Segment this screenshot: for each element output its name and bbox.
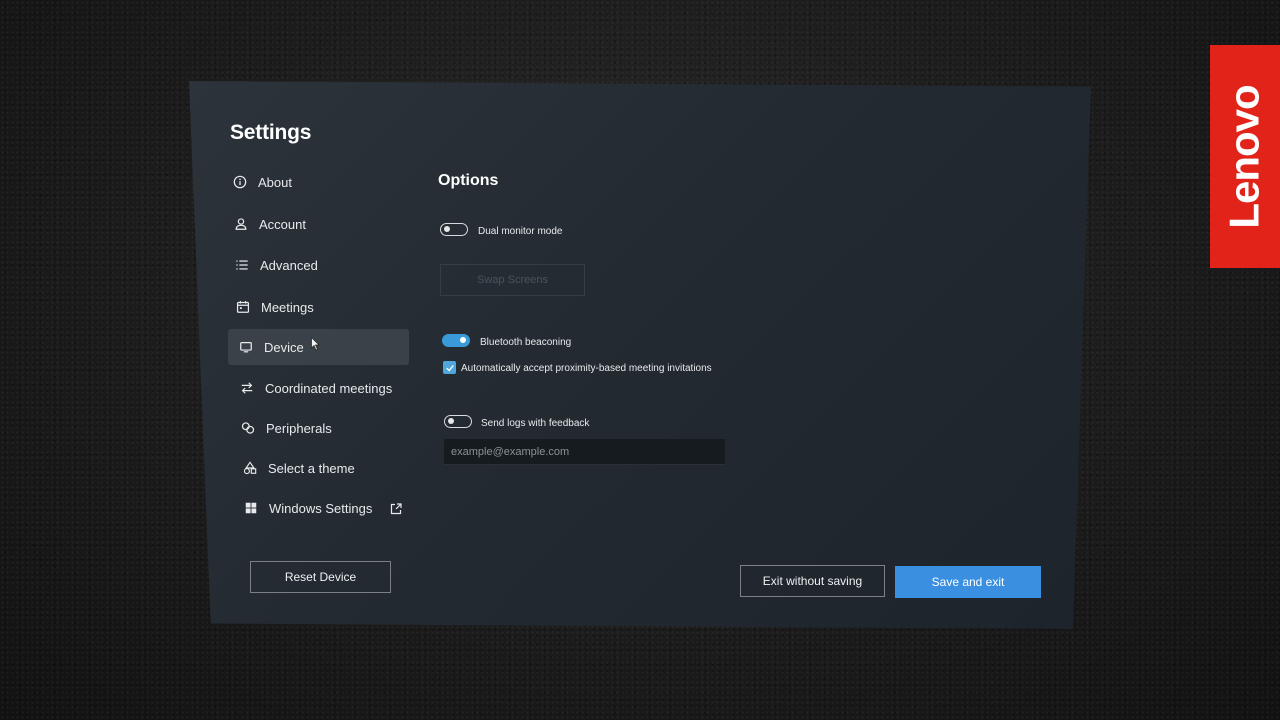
sidebar-item-label: Windows Settings (269, 500, 373, 516)
email-input[interactable] (444, 439, 725, 465)
monitor-icon (238, 339, 254, 355)
bluetooth-beaconing-toggle[interactable] (442, 334, 470, 347)
sidebar-item-select-a-theme[interactable]: Select a theme (242, 450, 355, 486)
lenovo-logo-text: Lenovo (1221, 84, 1268, 229)
sidebar-item-about[interactable]: About (232, 164, 292, 200)
sidebar-item-meetings[interactable]: Meetings (235, 289, 314, 325)
windows-icon (243, 500, 259, 516)
save-and-exit-button[interactable]: Save and exit (895, 566, 1041, 598)
reset-device-button[interactable]: Reset Device (250, 561, 391, 593)
toggle-knob (448, 418, 454, 424)
dual-monitor-label: Dual monitor mode (478, 226, 563, 237)
sidebar-item-label: About (258, 174, 292, 190)
lenovo-logo: Lenovo (1210, 45, 1280, 268)
send-logs-label: Send logs with feedback (481, 418, 590, 429)
sidebar-item-advanced[interactable]: Advanced (234, 247, 318, 283)
sidebar-item-label: Device (264, 339, 304, 355)
info-icon (232, 174, 248, 190)
bluetooth-beaconing-label: Bluetooth beaconing (480, 337, 572, 348)
swap-screens-button[interactable]: Swap Screens (440, 264, 585, 296)
mouse-cursor-icon (311, 337, 320, 351)
auto-accept-label: Automatically accept proximity-based mee… (461, 363, 712, 374)
sidebar-item-account[interactable]: Account (233, 206, 306, 242)
send-logs-toggle[interactable] (444, 415, 472, 428)
theme-icon (242, 460, 258, 476)
toggle-knob (444, 226, 450, 232)
sidebar-item-coordinated-meetings[interactable]: Coordinated meetings (239, 370, 392, 406)
sidebar-item-peripherals[interactable]: Peripherals (240, 410, 332, 446)
dual-monitor-toggle[interactable] (440, 223, 468, 236)
external-link-icon[interactable] (390, 502, 402, 515)
checkmark-icon (445, 364, 454, 371)
user-icon (233, 216, 249, 232)
calendar-icon (235, 299, 251, 315)
sidebar-item-windows-settings[interactable]: Windows Settings (243, 490, 372, 526)
toggle-knob (460, 337, 466, 343)
sidebar-item-label: Account (259, 216, 306, 232)
sidebar-item-label: Peripherals (266, 420, 332, 436)
settings-title: Settings (230, 121, 312, 144)
sidebar-item-label: Meetings (261, 299, 314, 315)
swap-arrows-icon (239, 380, 255, 396)
sidebar-item-label: Select a theme (268, 460, 355, 476)
list-icon (234, 257, 250, 273)
sidebar-item-label: Coordinated meetings (265, 380, 393, 396)
sidebar-item-label: Advanced (260, 257, 318, 273)
options-title: Options (438, 172, 499, 189)
auto-accept-checkbox[interactable] (443, 361, 456, 374)
exit-without-saving-button[interactable]: Exit without saving (740, 565, 885, 597)
peripherals-icon (240, 420, 256, 436)
